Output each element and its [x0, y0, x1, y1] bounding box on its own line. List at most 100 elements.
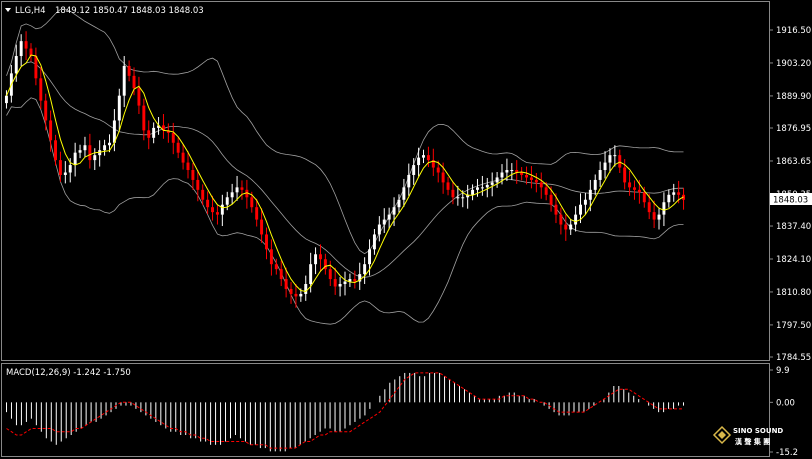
candle-body	[63, 172, 67, 175]
candle-body	[485, 184, 489, 188]
candle-body	[353, 279, 357, 282]
candle-body	[230, 192, 234, 198]
candle-body	[377, 224, 381, 235]
ohlc-label: 1849.12 1850.47 1848.03 1848.03	[55, 6, 204, 16]
macd-tick-label: 0.00	[776, 398, 795, 408]
candle-body	[191, 170, 195, 180]
candle-body	[392, 207, 396, 215]
candle-body	[426, 155, 430, 161]
candle-body	[299, 293, 303, 297]
candle-body	[525, 174, 529, 178]
candle-body	[269, 249, 273, 265]
candle-body	[83, 145, 87, 151]
candle-body	[304, 284, 308, 294]
candle-body	[500, 172, 504, 178]
candle-body	[328, 269, 332, 280]
candle-body	[505, 170, 509, 173]
candle-body	[583, 199, 587, 205]
candle-body	[196, 179, 200, 190]
candle-body	[103, 145, 107, 151]
candle-body	[44, 100, 48, 121]
candle-body	[564, 224, 568, 230]
candle-body	[181, 152, 185, 163]
candle-body	[284, 279, 288, 289]
candle-body	[171, 132, 175, 143]
candle-body	[603, 162, 607, 171]
candle-body	[529, 177, 533, 180]
candle-body	[593, 179, 597, 190]
candle-body	[318, 254, 322, 260]
candle-body	[480, 187, 484, 189]
trading-chart[interactable]: 1916.501903.201889.901876.951863.651850.…	[0, 0, 812, 459]
candle-body	[402, 187, 406, 200]
candle-body	[108, 142, 111, 146]
candle-body	[412, 165, 416, 175]
candle-body	[206, 199, 210, 208]
price-tick-label: 1916.50	[776, 26, 811, 36]
candle-body	[667, 194, 671, 203]
middle-band	[6, 61, 684, 278]
candle-body	[338, 284, 342, 287]
candle-body	[549, 194, 553, 205]
candle-body	[201, 189, 205, 200]
candle-body	[225, 197, 229, 205]
candle-body	[417, 157, 421, 166]
sino-sound-logo: SINO SOUND 漢 聲 集 團	[712, 425, 783, 446]
candle-body	[240, 187, 244, 190]
candle-body	[446, 182, 450, 190]
candle-body	[363, 264, 367, 275]
price-tick-label: 1797.50	[776, 321, 811, 331]
price-tick-label: 1837.40	[776, 222, 811, 232]
candle-body	[677, 192, 681, 195]
ma-line	[6, 54, 684, 293]
macd-tick-label: 9.9	[776, 366, 790, 376]
candle-body	[274, 264, 278, 270]
candle-body	[215, 212, 219, 215]
candle-body	[368, 249, 372, 265]
candle-body	[559, 214, 563, 225]
candle-body	[647, 202, 651, 213]
candle-body	[49, 120, 53, 141]
candle-body	[628, 182, 632, 188]
candle-body	[137, 88, 141, 106]
candle-body	[598, 170, 602, 180]
price-tick-label: 1863.65	[776, 157, 811, 167]
candle-body	[633, 187, 636, 190]
price-tick-label: 1889.90	[776, 92, 811, 102]
dropdown-triangle-icon	[5, 8, 11, 12]
candle-body	[623, 167, 627, 183]
candle-body	[78, 150, 82, 153]
current-price-label: 1848.03	[773, 196, 808, 206]
candle-body	[117, 95, 121, 121]
candle-body	[39, 78, 43, 101]
candle-body	[544, 187, 548, 195]
candle-body	[250, 197, 254, 208]
candle-body	[495, 177, 499, 183]
candlestick-series	[4, 31, 686, 308]
candle-body	[142, 105, 146, 131]
candle-body	[451, 189, 455, 198]
price-panel-frame	[1, 1, 770, 361]
candle-body	[127, 65, 131, 76]
candle-body	[672, 192, 676, 195]
upper-band	[6, 8, 684, 255]
candle-body	[333, 279, 337, 287]
chart-header: LLG,H4 1849.12 1850.47 1848.03 1848.03	[5, 6, 204, 16]
candle-body	[24, 41, 28, 49]
candle-body	[436, 167, 440, 173]
candle-body	[490, 182, 494, 185]
candle-body	[19, 41, 23, 57]
candle-body	[608, 155, 612, 163]
candle-body	[642, 192, 646, 203]
macd-tick-label: -15.2	[776, 448, 798, 458]
logo-text-cn: 漢 聲 集 團	[735, 437, 770, 446]
candle-body	[657, 214, 661, 220]
candle-body	[211, 207, 214, 213]
candle-body	[186, 162, 190, 171]
macd-header-label: MACD(12,26,9) -1.242 -1.750	[6, 368, 131, 378]
candle-body	[343, 281, 347, 285]
price-tick-label: 1784.55	[776, 353, 811, 363]
candle-body	[372, 234, 376, 250]
candle-body	[132, 75, 136, 89]
candle-body	[456, 197, 460, 199]
